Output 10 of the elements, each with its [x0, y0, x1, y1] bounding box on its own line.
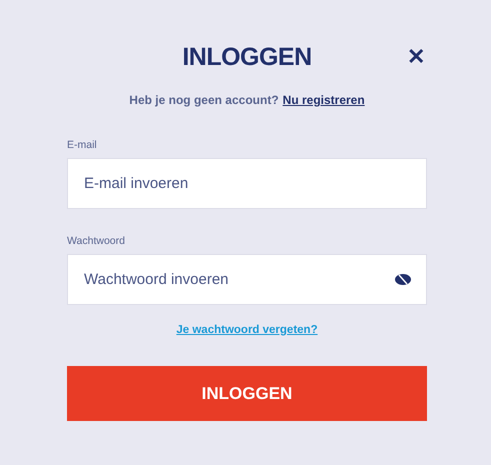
field-label: Wachtwoord: [67, 235, 126, 247]
password-field[interactable]: Wachtwoord invoeren: [67, 254, 427, 305]
register-link[interactable]: Nu registreren: [282, 93, 365, 107]
eye-slash-icon[interactable]: [395, 274, 411, 285]
dialog-title: INLOGGEN: [182, 42, 312, 72]
login-button[interactable]: INLOGGEN: [67, 366, 427, 421]
register-prompt: Heb je nog geen account?: [129, 93, 279, 107]
email-field[interactable]: E-mail invoeren: [67, 158, 427, 209]
field-label: E-mail: [67, 139, 98, 151]
close-button[interactable]: ✕: [405, 44, 427, 70]
